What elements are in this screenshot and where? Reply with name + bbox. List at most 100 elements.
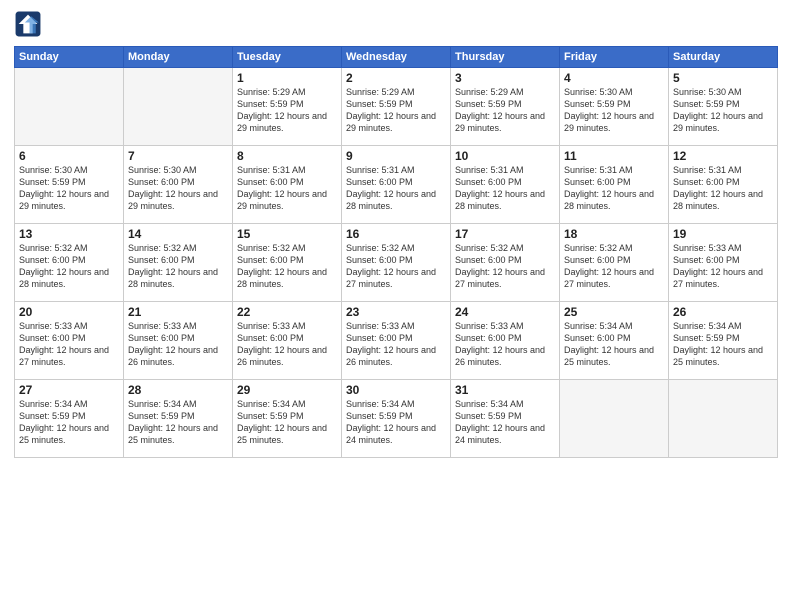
day-number: 18 (564, 227, 664, 241)
day-info: Sunrise: 5:31 AM Sunset: 6:00 PM Dayligh… (455, 164, 555, 213)
calendar-cell: 15Sunrise: 5:32 AM Sunset: 6:00 PM Dayli… (233, 224, 342, 302)
day-number: 11 (564, 149, 664, 163)
calendar-cell (124, 68, 233, 146)
day-number: 20 (19, 305, 119, 319)
day-info: Sunrise: 5:29 AM Sunset: 5:59 PM Dayligh… (346, 86, 446, 135)
day-info: Sunrise: 5:34 AM Sunset: 5:59 PM Dayligh… (455, 398, 555, 447)
logo (14, 10, 45, 38)
day-info: Sunrise: 5:29 AM Sunset: 5:59 PM Dayligh… (455, 86, 555, 135)
header-day: Wednesday (342, 47, 451, 68)
day-info: Sunrise: 5:32 AM Sunset: 6:00 PM Dayligh… (19, 242, 119, 291)
day-info: Sunrise: 5:33 AM Sunset: 6:00 PM Dayligh… (128, 320, 228, 369)
day-info: Sunrise: 5:34 AM Sunset: 5:59 PM Dayligh… (673, 320, 773, 369)
header-row: SundayMondayTuesdayWednesdayThursdayFrid… (15, 47, 778, 68)
calendar-cell: 25Sunrise: 5:34 AM Sunset: 6:00 PM Dayli… (560, 302, 669, 380)
day-info: Sunrise: 5:29 AM Sunset: 5:59 PM Dayligh… (237, 86, 337, 135)
day-number: 9 (346, 149, 446, 163)
calendar-week-row: 13Sunrise: 5:32 AM Sunset: 6:00 PM Dayli… (15, 224, 778, 302)
header-day: Monday (124, 47, 233, 68)
day-info: Sunrise: 5:32 AM Sunset: 6:00 PM Dayligh… (128, 242, 228, 291)
page: SundayMondayTuesdayWednesdayThursdayFrid… (0, 0, 792, 612)
day-number: 14 (128, 227, 228, 241)
day-info: Sunrise: 5:30 AM Sunset: 6:00 PM Dayligh… (128, 164, 228, 213)
day-number: 21 (128, 305, 228, 319)
day-number: 31 (455, 383, 555, 397)
calendar-cell: 28Sunrise: 5:34 AM Sunset: 5:59 PM Dayli… (124, 380, 233, 458)
header-day: Tuesday (233, 47, 342, 68)
day-info: Sunrise: 5:34 AM Sunset: 5:59 PM Dayligh… (346, 398, 446, 447)
day-info: Sunrise: 5:30 AM Sunset: 5:59 PM Dayligh… (19, 164, 119, 213)
calendar-cell: 27Sunrise: 5:34 AM Sunset: 5:59 PM Dayli… (15, 380, 124, 458)
calendar-cell: 24Sunrise: 5:33 AM Sunset: 6:00 PM Dayli… (451, 302, 560, 380)
day-info: Sunrise: 5:31 AM Sunset: 6:00 PM Dayligh… (346, 164, 446, 213)
day-number: 6 (19, 149, 119, 163)
calendar-cell: 29Sunrise: 5:34 AM Sunset: 5:59 PM Dayli… (233, 380, 342, 458)
calendar-table: SundayMondayTuesdayWednesdayThursdayFrid… (14, 46, 778, 458)
day-info: Sunrise: 5:31 AM Sunset: 6:00 PM Dayligh… (237, 164, 337, 213)
day-number: 25 (564, 305, 664, 319)
calendar-cell: 4Sunrise: 5:30 AM Sunset: 5:59 PM Daylig… (560, 68, 669, 146)
day-number: 27 (19, 383, 119, 397)
calendar-cell: 6Sunrise: 5:30 AM Sunset: 5:59 PM Daylig… (15, 146, 124, 224)
day-info: Sunrise: 5:34 AM Sunset: 5:59 PM Dayligh… (237, 398, 337, 447)
calendar-cell: 1Sunrise: 5:29 AM Sunset: 5:59 PM Daylig… (233, 68, 342, 146)
day-number: 19 (673, 227, 773, 241)
day-info: Sunrise: 5:34 AM Sunset: 5:59 PM Dayligh… (19, 398, 119, 447)
calendar-cell: 5Sunrise: 5:30 AM Sunset: 5:59 PM Daylig… (669, 68, 778, 146)
calendar-cell: 2Sunrise: 5:29 AM Sunset: 5:59 PM Daylig… (342, 68, 451, 146)
calendar-cell: 12Sunrise: 5:31 AM Sunset: 6:00 PM Dayli… (669, 146, 778, 224)
day-info: Sunrise: 5:33 AM Sunset: 6:00 PM Dayligh… (455, 320, 555, 369)
calendar-cell (15, 68, 124, 146)
calendar-cell: 18Sunrise: 5:32 AM Sunset: 6:00 PM Dayli… (560, 224, 669, 302)
day-info: Sunrise: 5:34 AM Sunset: 5:59 PM Dayligh… (128, 398, 228, 447)
calendar-cell (669, 380, 778, 458)
day-number: 1 (237, 71, 337, 85)
day-info: Sunrise: 5:33 AM Sunset: 6:00 PM Dayligh… (19, 320, 119, 369)
day-info: Sunrise: 5:32 AM Sunset: 6:00 PM Dayligh… (455, 242, 555, 291)
header-day: Sunday (15, 47, 124, 68)
day-info: Sunrise: 5:31 AM Sunset: 6:00 PM Dayligh… (673, 164, 773, 213)
day-number: 22 (237, 305, 337, 319)
calendar-cell: 11Sunrise: 5:31 AM Sunset: 6:00 PM Dayli… (560, 146, 669, 224)
calendar-cell: 19Sunrise: 5:33 AM Sunset: 6:00 PM Dayli… (669, 224, 778, 302)
calendar-week-row: 20Sunrise: 5:33 AM Sunset: 6:00 PM Dayli… (15, 302, 778, 380)
header-day: Saturday (669, 47, 778, 68)
day-number: 24 (455, 305, 555, 319)
day-number: 23 (346, 305, 446, 319)
day-number: 28 (128, 383, 228, 397)
calendar-cell: 16Sunrise: 5:32 AM Sunset: 6:00 PM Dayli… (342, 224, 451, 302)
calendar-week-row: 27Sunrise: 5:34 AM Sunset: 5:59 PM Dayli… (15, 380, 778, 458)
day-info: Sunrise: 5:30 AM Sunset: 5:59 PM Dayligh… (673, 86, 773, 135)
day-info: Sunrise: 5:31 AM Sunset: 6:00 PM Dayligh… (564, 164, 664, 213)
calendar-week-row: 1Sunrise: 5:29 AM Sunset: 5:59 PM Daylig… (15, 68, 778, 146)
day-number: 4 (564, 71, 664, 85)
day-number: 2 (346, 71, 446, 85)
day-info: Sunrise: 5:30 AM Sunset: 5:59 PM Dayligh… (564, 86, 664, 135)
day-number: 13 (19, 227, 119, 241)
calendar-cell: 22Sunrise: 5:33 AM Sunset: 6:00 PM Dayli… (233, 302, 342, 380)
header (14, 10, 778, 38)
day-number: 3 (455, 71, 555, 85)
calendar-cell: 14Sunrise: 5:32 AM Sunset: 6:00 PM Dayli… (124, 224, 233, 302)
day-number: 16 (346, 227, 446, 241)
header-day: Thursday (451, 47, 560, 68)
day-info: Sunrise: 5:33 AM Sunset: 6:00 PM Dayligh… (237, 320, 337, 369)
calendar-cell: 3Sunrise: 5:29 AM Sunset: 5:59 PM Daylig… (451, 68, 560, 146)
day-info: Sunrise: 5:33 AM Sunset: 6:00 PM Dayligh… (673, 242, 773, 291)
day-number: 15 (237, 227, 337, 241)
day-info: Sunrise: 5:32 AM Sunset: 6:00 PM Dayligh… (564, 242, 664, 291)
day-number: 29 (237, 383, 337, 397)
calendar-cell: 8Sunrise: 5:31 AM Sunset: 6:00 PM Daylig… (233, 146, 342, 224)
calendar-cell: 20Sunrise: 5:33 AM Sunset: 6:00 PM Dayli… (15, 302, 124, 380)
calendar-cell: 31Sunrise: 5:34 AM Sunset: 5:59 PM Dayli… (451, 380, 560, 458)
day-number: 17 (455, 227, 555, 241)
calendar-cell: 10Sunrise: 5:31 AM Sunset: 6:00 PM Dayli… (451, 146, 560, 224)
day-number: 8 (237, 149, 337, 163)
calendar-week-row: 6Sunrise: 5:30 AM Sunset: 5:59 PM Daylig… (15, 146, 778, 224)
day-info: Sunrise: 5:33 AM Sunset: 6:00 PM Dayligh… (346, 320, 446, 369)
day-number: 30 (346, 383, 446, 397)
day-info: Sunrise: 5:32 AM Sunset: 6:00 PM Dayligh… (346, 242, 446, 291)
calendar-cell: 26Sunrise: 5:34 AM Sunset: 5:59 PM Dayli… (669, 302, 778, 380)
calendar-cell: 23Sunrise: 5:33 AM Sunset: 6:00 PM Dayli… (342, 302, 451, 380)
day-number: 5 (673, 71, 773, 85)
